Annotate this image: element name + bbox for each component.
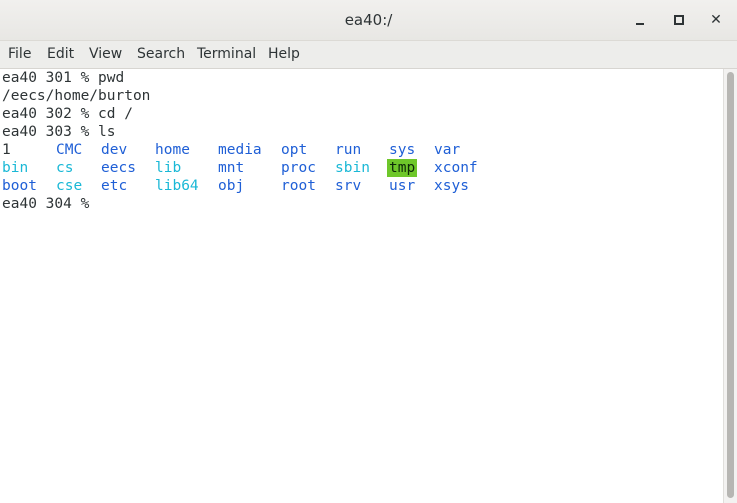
maximize-button[interactable] xyxy=(668,10,690,30)
terminal-line: ea40 302 % cd / xyxy=(2,106,133,122)
close-icon: ✕ xyxy=(710,12,722,28)
vertical-scrollbar[interactable] xyxy=(723,69,737,503)
minimize-button[interactable] xyxy=(629,10,651,30)
title-bar[interactable]: ea40:/ ✕ xyxy=(0,0,737,41)
menu-help[interactable]: Help xyxy=(268,46,300,62)
menu-view[interactable]: View xyxy=(89,46,122,62)
terminal-window: ea40:/ ✕ File Edit View Search Terminal … xyxy=(0,0,737,503)
menu-bar: File Edit View Search Terminal Help xyxy=(0,41,737,69)
ls-entry: lib xyxy=(155,160,182,176)
terminal-prompt: ea40 304 % xyxy=(2,196,99,212)
ls-entry: root xyxy=(281,178,316,194)
terminal-line: ea40 303 % ls xyxy=(2,124,116,140)
ls-entry: cs xyxy=(56,160,74,176)
terminal-output[interactable]: ea40 301 % pwd /eecs/home/burton ea40 30… xyxy=(0,69,723,503)
window-title: ea40:/ xyxy=(344,11,393,29)
ls-entry: var xyxy=(434,142,461,158)
ls-entry: boot xyxy=(2,178,37,194)
ls-entry: mnt xyxy=(218,160,245,176)
ls-entry: run xyxy=(335,142,362,158)
terminal-line: ea40 301 % pwd xyxy=(2,70,125,86)
maximize-icon xyxy=(674,15,684,25)
ls-entry: bin xyxy=(2,160,29,176)
ls-entry: CMC xyxy=(56,142,83,158)
ls-entry: media xyxy=(218,142,262,158)
ls-entry: xsys xyxy=(434,178,469,194)
ls-entry: etc xyxy=(101,178,128,194)
terminal-line: /eecs/home/burton xyxy=(2,88,151,104)
ls-entry: home xyxy=(155,142,190,158)
minimize-icon xyxy=(636,23,644,25)
ls-entry: sbin xyxy=(335,160,370,176)
ls-entry: obj xyxy=(218,178,245,194)
menu-terminal[interactable]: Terminal xyxy=(197,46,256,62)
ls-entry-highlighted: tmp xyxy=(387,159,418,177)
close-button[interactable]: ✕ xyxy=(705,10,727,30)
ls-entry: opt xyxy=(281,142,308,158)
ls-entry: usr xyxy=(389,178,416,194)
ls-entry: lib64 xyxy=(155,178,199,194)
ls-entry: eecs xyxy=(101,160,136,176)
menu-search[interactable]: Search xyxy=(137,46,185,62)
ls-entry: cse xyxy=(56,178,83,194)
ls-entry: sys xyxy=(389,142,416,158)
scrollbar-thumb[interactable] xyxy=(727,72,734,498)
menu-edit[interactable]: Edit xyxy=(47,46,74,62)
ls-entry: 1 xyxy=(2,142,11,158)
ls-entry: srv xyxy=(335,178,362,194)
menu-file[interactable]: File xyxy=(8,46,31,62)
ls-entry: dev xyxy=(101,142,128,158)
ls-entry: proc xyxy=(281,160,316,176)
ls-entry: xconf xyxy=(434,160,478,176)
